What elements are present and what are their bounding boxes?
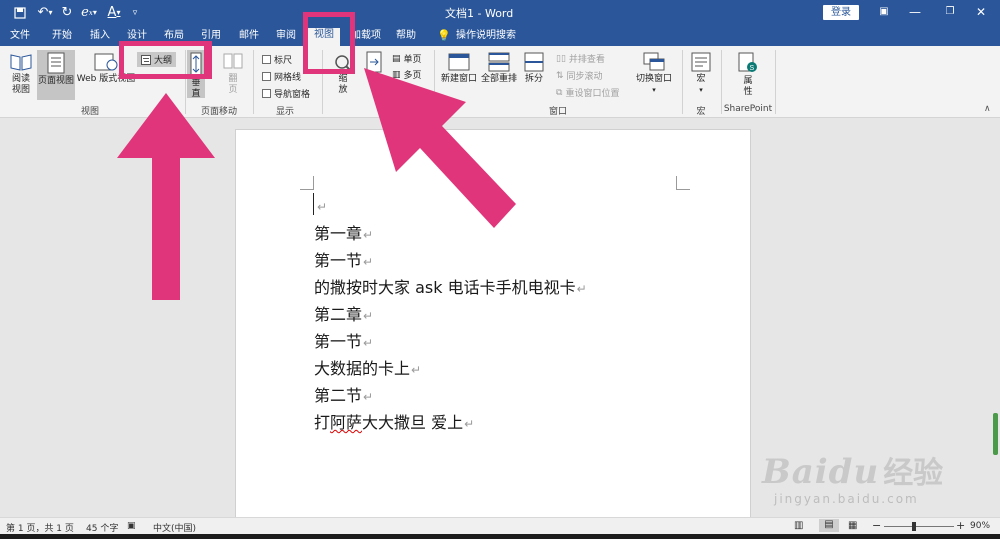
up-arrow-outline <box>117 93 215 300</box>
word-window: ↶ ▾ ↻ e x ▾ A ▾ ▿ 文档1 - Word 登录 ▣ — ❐ ✕ 文件 开… <box>0 0 1000 539</box>
annotation-arrows <box>117 68 516 300</box>
diagonal-arrow-view <box>364 68 516 228</box>
